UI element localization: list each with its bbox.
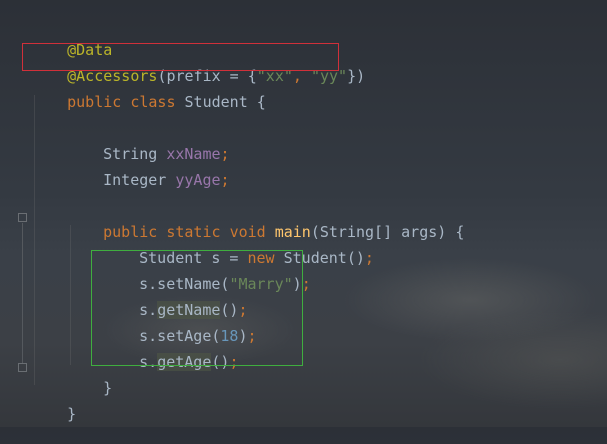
fold-marker-icon[interactable] xyxy=(18,213,27,222)
field-name: yyAge xyxy=(175,171,221,189)
code-line-new-student[interactable]: Student s = new Student(); xyxy=(103,228,374,267)
code-line-field-yyage[interactable]: Integer yyAge; xyxy=(67,150,229,189)
code-line-close-class[interactable]: } xyxy=(31,384,76,423)
code-editor[interactable]: @Data @Accessors(prefix = {"xx", "yy"}) … xyxy=(0,0,607,427)
highlight-box-annotation xyxy=(22,43,339,71)
code-line-main[interactable]: public static void main(String[] args) { xyxy=(67,202,464,241)
highlight-box-method-calls xyxy=(91,250,303,366)
indent-guide xyxy=(34,95,35,385)
fold-end-icon[interactable] xyxy=(18,363,27,372)
code-line-3[interactable]: public class Student { xyxy=(31,72,266,111)
class-name: Student xyxy=(184,93,248,111)
fold-guide-line xyxy=(22,223,23,363)
code-line-1[interactable]: @Data xyxy=(31,20,112,59)
code-line-field-xxname[interactable]: String xxName; xyxy=(67,124,229,163)
